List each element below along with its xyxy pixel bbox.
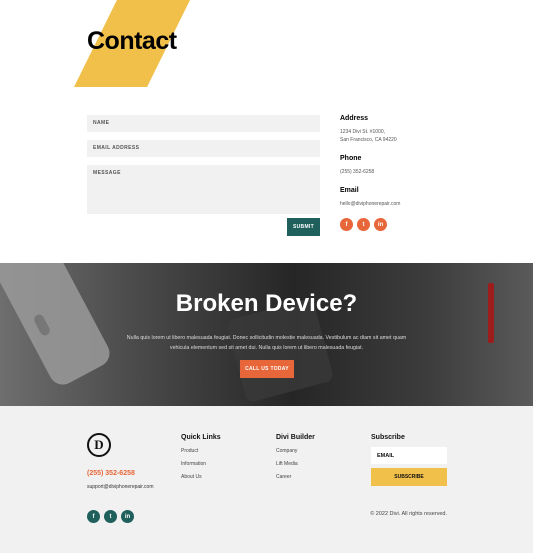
copyright-text: © 2022 Divi. All rights reserved. — [370, 511, 447, 517]
quick-links-heading: Quick Links — [181, 434, 221, 441]
email-value: hello@diviphonerepair.com — [340, 201, 401, 207]
twitter-icon[interactable]: t — [357, 218, 370, 231]
email-heading: Email — [340, 187, 359, 194]
footer-link-information[interactable]: Information — [181, 461, 206, 467]
divi-builder-heading: Divi Builder — [276, 434, 315, 441]
divi-logo[interactable]: D — [87, 433, 111, 457]
footer-twitter-icon[interactable]: t — [104, 510, 117, 523]
banner-text-line2: vehicula elementum sed sit amet dui. Nul… — [169, 345, 364, 351]
linkedin-icon[interactable]: in — [374, 218, 387, 231]
message-placeholder: MESSAGE — [93, 170, 121, 176]
call-us-button[interactable]: CALL US TODAY — [240, 360, 294, 378]
submit-button[interactable]: SUBMIT — [287, 218, 320, 236]
subscribe-heading: Subscribe — [371, 434, 405, 441]
email-placeholder: EMAIL ADDRESS — [93, 145, 140, 151]
footer-email[interactable]: support@diviphonerepair.com — [87, 484, 154, 490]
page-title: Contact — [87, 27, 177, 55]
footer-link-company[interactable]: Company — [276, 448, 297, 454]
name-placeholder: NAME — [93, 120, 110, 126]
name-field[interactable]: NAME — [87, 115, 320, 132]
banner-title: Broken Device? — [175, 290, 358, 317]
footer-link-product[interactable]: Product — [181, 448, 198, 454]
address-line2: San Francisco, CA 94220 — [340, 137, 397, 143]
phone-image — [0, 263, 115, 390]
footer-link-career[interactable]: Career — [276, 474, 291, 480]
footer-link-about[interactable]: About Us — [181, 474, 202, 480]
subscribe-button[interactable]: SUBSCRIBE — [371, 468, 447, 486]
subscribe-email-input[interactable]: EMAIL — [371, 447, 447, 464]
broken-device-banner: Broken Device? Nulla quis lorem ut liber… — [0, 263, 533, 406]
footer: D (255) 352-6258 support@diviphonerepair… — [0, 406, 533, 553]
phone-heading: Phone — [340, 155, 362, 162]
facebook-icon[interactable]: f — [340, 218, 353, 231]
message-field[interactable]: MESSAGE — [87, 165, 320, 214]
banner-text: Nulla quis lorem ut libero malesuada feu… — [110, 333, 423, 353]
banner-text-line1: Nulla quis lorem ut libero malesuada feu… — [126, 335, 407, 341]
address-line1: 1234 Divi St. #1000, — [340, 129, 386, 135]
address-heading: Address — [340, 115, 369, 122]
footer-phone[interactable]: (255) 352-6258 — [87, 470, 135, 477]
footer-facebook-icon[interactable]: f — [87, 510, 100, 523]
footer-link-lift-media[interactable]: Lift Media — [276, 461, 298, 467]
phone-value: (255) 352-6258 — [340, 169, 375, 175]
email-field[interactable]: EMAIL ADDRESS — [87, 140, 320, 157]
footer-linkedin-icon[interactable]: in — [121, 510, 134, 523]
